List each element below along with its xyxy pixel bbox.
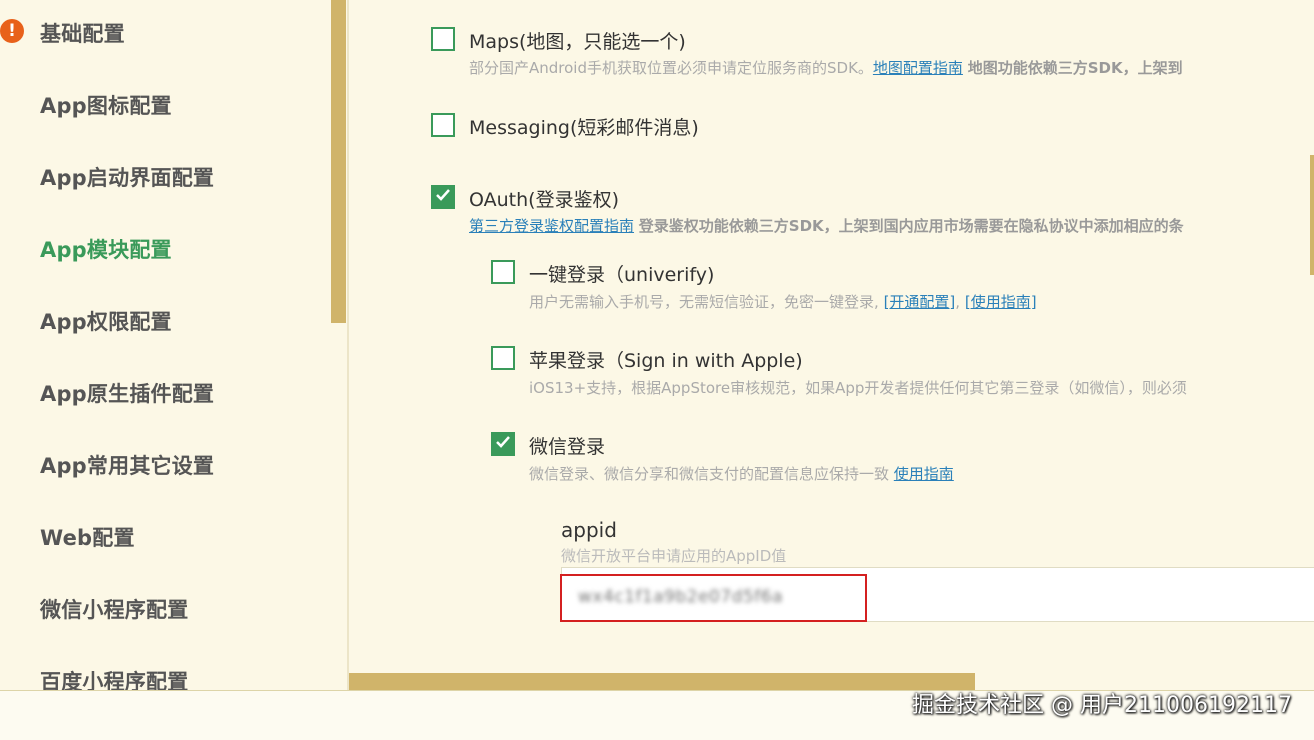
maps-desc-text: 部分国产Android手机获取位置必须申请定位服务商的SDK。 [469, 59, 873, 77]
weixin-login-description: 微信登录、微信分享和微信支付的配置信息应保持一致 使用指南 [529, 463, 954, 484]
oauth-description: 第三方登录鉴权配置指南 登录鉴权功能依赖三方SDK，上架到国内应用市场需要在隐私… [469, 215, 1184, 236]
oauth-guide-link[interactable]: 第三方登录鉴权配置指南 [469, 217, 634, 235]
apple-login-label: 苹果登录（Sign in with Apple) [529, 350, 803, 372]
univerify-desc-text: 用户无需输入手机号，无需短信验证，免密一键登录, [529, 293, 879, 311]
sidebar-item-weixin-miniprogram-config[interactable]: 微信小程序配置 [40, 594, 188, 624]
sidebar-nav: ! 基础配置 App图标配置 App启动界面配置 App模块配置 App权限配置… [0, 0, 330, 690]
sidebar-item-app-splash-config[interactable]: App启动界面配置 [40, 162, 214, 192]
maps-checkbox[interactable] [431, 27, 455, 51]
univerify-guide-link[interactable]: [使用指南] [965, 293, 1037, 311]
oauth-label: OAuth(登录鉴权) [469, 189, 619, 211]
sidebar-item-basic-config[interactable]: 基础配置 [40, 18, 125, 48]
univerify-open-config-link[interactable]: [开通配置] [884, 293, 956, 311]
apple-login-checkbox[interactable] [491, 346, 515, 370]
sidebar-scrollbar-thumb[interactable] [331, 0, 346, 323]
apple-login-description: iOS13+支持，根据AppStore审核规范，如果App开发者提供任何其它第三… [529, 379, 1187, 397]
univerify-separator: , [955, 293, 961, 311]
maps-description: 部分国产Android手机获取位置必须申请定位服务商的SDK。地图配置指南 地图… [469, 57, 1183, 78]
appid-label: appid [561, 518, 617, 542]
appid-value: wx4c1f1a9b2e07d5f6a [578, 587, 783, 607]
sidebar-item-app-permission-config[interactable]: App权限配置 [40, 306, 172, 336]
exclamation-circle-icon: ! [0, 19, 24, 43]
sidebar-item-app-module-config[interactable]: App模块配置 [40, 234, 172, 264]
appid-input[interactable]: wx4c1f1a9b2e07d5f6a [560, 574, 867, 622]
app-window: ! 基础配置 App图标配置 App启动界面配置 App模块配置 App权限配置… [0, 0, 1314, 740]
content-horizontal-scrollbar[interactable] [349, 673, 975, 690]
maps-desc-warning: 地图功能依赖三方SDK，上架到 [967, 59, 1183, 77]
univerify-checkbox[interactable] [491, 260, 515, 284]
weixin-login-checkbox[interactable] [491, 432, 515, 456]
appid-hint: 微信开放平台申请应用的AppID值 [561, 547, 787, 565]
check-icon [496, 436, 510, 448]
sidebar-item-app-native-plugin-config[interactable]: App原生插件配置 [40, 378, 214, 408]
weixin-guide-link[interactable]: 使用指南 [894, 465, 954, 483]
univerify-description: 用户无需输入手机号，无需短信验证，免密一键登录, [开通配置], [使用指南] [529, 291, 1037, 312]
watermark-text: 掘金技术社区 @ 用户211006192117 [912, 693, 1292, 718]
weixin-login-label: 微信登录 [529, 436, 606, 458]
sidebar-item-app-other-settings[interactable]: App常用其它设置 [40, 450, 214, 480]
messaging-label: Messaging(短彩邮件消息) [469, 117, 699, 139]
module-config-panel: Maps(地图，只能选一个) 部分国产Android手机获取位置必须申请定位服务… [349, 0, 1314, 690]
check-icon [436, 189, 450, 201]
messaging-checkbox[interactable] [431, 113, 455, 137]
sidebar-item-web-config[interactable]: Web配置 [40, 522, 135, 552]
maps-label: Maps(地图，只能选一个) [469, 31, 686, 53]
maps-guide-link[interactable]: 地图配置指南 [873, 59, 963, 77]
sidebar-item-baidu-miniprogram-config[interactable]: 百度小程序配置 [40, 666, 188, 690]
oauth-desc-warning: 登录鉴权功能依赖三方SDK，上架到国内应用市场需要在隐私协议中添加相应的条 [638, 217, 1184, 235]
oauth-checkbox[interactable] [431, 185, 455, 209]
univerify-label: 一键登录（univerify) [529, 264, 715, 286]
sidebar-item-app-icon-config[interactable]: App图标配置 [40, 90, 172, 120]
weixin-desc-text: 微信登录、微信分享和微信支付的配置信息应保持一致 [529, 465, 890, 483]
content-vertical-scrollbar[interactable] [1310, 155, 1314, 275]
